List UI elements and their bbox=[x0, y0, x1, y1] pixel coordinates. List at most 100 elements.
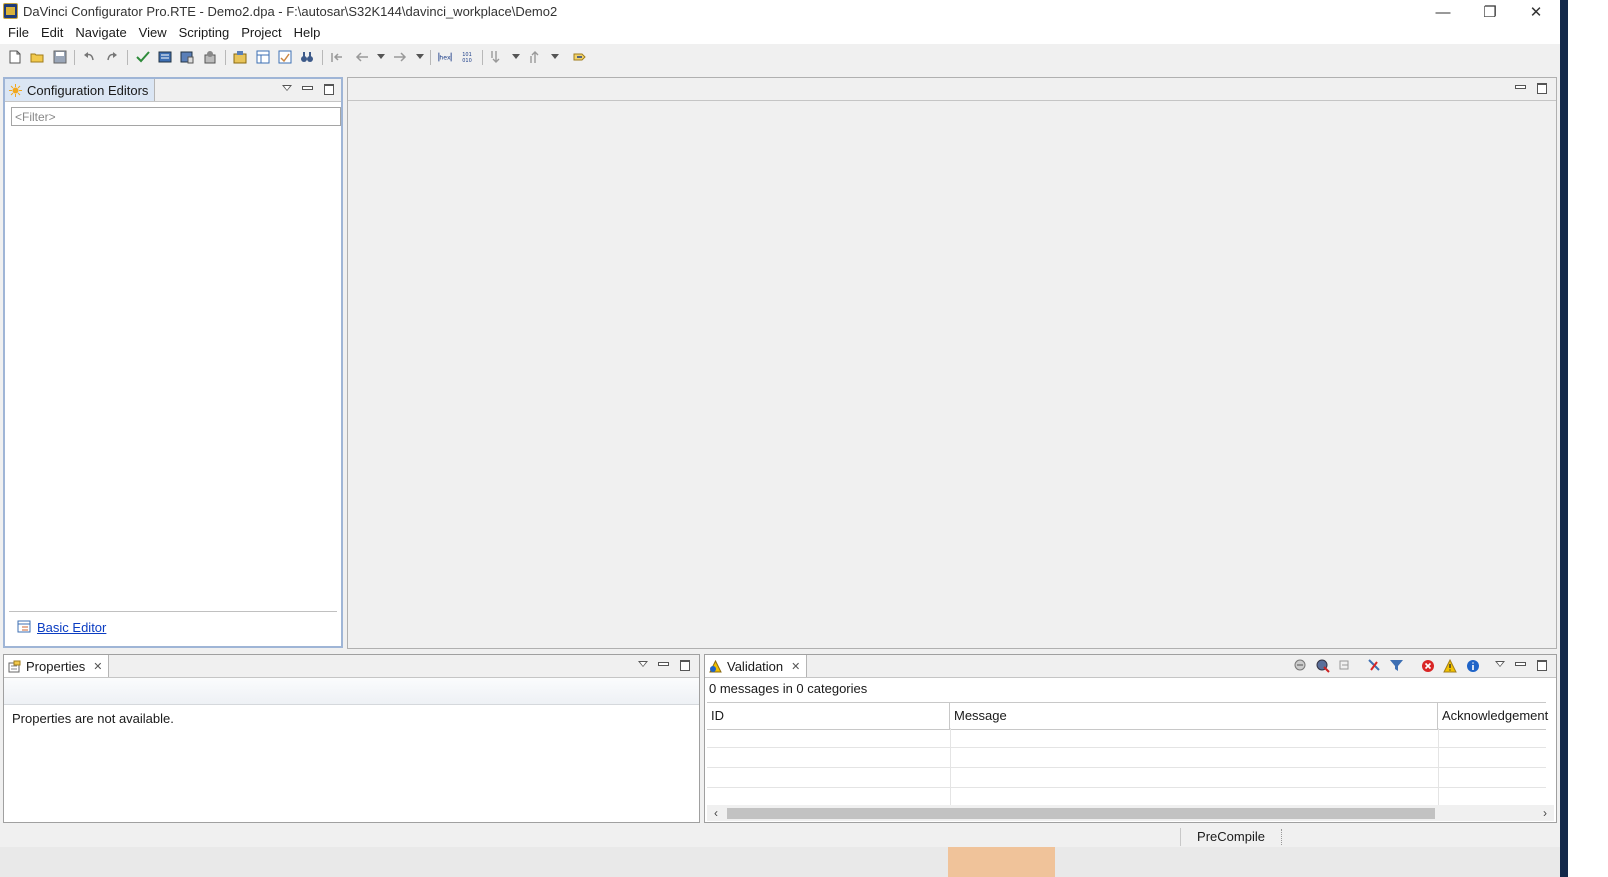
window-edge bbox=[1560, 0, 1568, 877]
search-binoculars-icon[interactable] bbox=[300, 50, 314, 64]
tab-label: Validation bbox=[727, 658, 784, 674]
menu-scripting[interactable]: Scripting bbox=[173, 24, 236, 44]
step-down-dropdown-icon[interactable] bbox=[512, 54, 520, 59]
editor-area bbox=[347, 77, 1557, 649]
column-acknowledgement[interactable]: Acknowledgement bbox=[1438, 703, 1548, 729]
validation-icon bbox=[709, 659, 722, 672]
filter-icon[interactable] bbox=[1389, 658, 1404, 673]
validation-table-header: ID Message Acknowledgement bbox=[707, 702, 1548, 730]
menu-help[interactable]: Help bbox=[288, 24, 327, 44]
basic-editor-link[interactable]: Basic Editor bbox=[37, 620, 106, 635]
tab-label: Properties bbox=[26, 658, 86, 674]
refresh-icon[interactable] bbox=[1337, 658, 1352, 673]
info-filter-icon[interactable] bbox=[1466, 659, 1480, 673]
config-editors-panel: Configuration Editors Basic Editor bbox=[3, 77, 343, 648]
maximize-panel-icon[interactable] bbox=[1536, 659, 1548, 671]
validation-header: Validation ✕ bbox=[705, 655, 1556, 678]
minimize-editor-icon[interactable] bbox=[1514, 82, 1526, 94]
status-separator bbox=[1281, 829, 1283, 845]
taskbar-highlight bbox=[948, 847, 1055, 877]
view-menu-icon[interactable] bbox=[1494, 659, 1506, 671]
save-icon[interactable] bbox=[53, 50, 67, 64]
tab-validation[interactable]: Validation ✕ bbox=[705, 655, 808, 677]
main-toolbar: hex 101 010 bbox=[0, 45, 1600, 69]
next-icon[interactable] bbox=[393, 50, 407, 64]
background-edge bbox=[1568, 0, 1608, 877]
properties-title-strip bbox=[4, 678, 699, 705]
tab-properties[interactable]: Properties ✕ bbox=[4, 655, 110, 677]
generate-icon[interactable] bbox=[158, 50, 172, 64]
status-bar: PreCompile bbox=[0, 825, 1608, 847]
scroll-right-icon[interactable]: › bbox=[1538, 805, 1552, 821]
link-icon[interactable] bbox=[572, 50, 586, 64]
next-dropdown-icon[interactable] bbox=[416, 54, 424, 59]
open-folder-icon[interactable] bbox=[30, 50, 44, 64]
horizontal-scrollbar[interactable]: ‹ › bbox=[707, 805, 1554, 821]
column-message[interactable]: Message bbox=[950, 703, 1438, 729]
scroll-thumb[interactable] bbox=[727, 808, 1435, 819]
sun-icon bbox=[9, 83, 22, 97]
solve-selected-icon[interactable] bbox=[1315, 658, 1330, 673]
status-mode: PreCompile bbox=[1180, 828, 1281, 846]
step-down-icon[interactable] bbox=[489, 50, 503, 64]
table-row[interactable] bbox=[707, 748, 1546, 768]
menu-file[interactable]: File bbox=[0, 24, 35, 44]
project-settings-icon[interactable] bbox=[233, 50, 247, 64]
warning-filter-icon[interactable] bbox=[1443, 659, 1457, 673]
step-up-dropdown-icon[interactable] bbox=[551, 54, 559, 59]
minimize-panel-icon[interactable] bbox=[1514, 659, 1526, 671]
undo-icon[interactable] bbox=[82, 50, 96, 64]
maximize-editor-icon[interactable] bbox=[1536, 82, 1548, 94]
nav-back-icon[interactable] bbox=[330, 50, 344, 64]
minimize-panel-icon[interactable] bbox=[301, 83, 313, 95]
validation-panel: Validation ✕ 0 messages in 0 categories … bbox=[704, 654, 1557, 823]
maximize-panel-icon[interactable] bbox=[323, 83, 335, 95]
menu-project[interactable]: Project bbox=[235, 24, 287, 44]
solve-all-icon[interactable] bbox=[1293, 658, 1308, 673]
menu-edit[interactable]: Edit bbox=[35, 24, 69, 44]
error-filter-icon[interactable] bbox=[1421, 659, 1435, 673]
database-icon[interactable] bbox=[180, 50, 194, 64]
view-menu-icon[interactable] bbox=[281, 83, 293, 95]
scroll-left-icon[interactable]: ‹ bbox=[709, 805, 723, 821]
properties-message: Properties are not available. bbox=[12, 711, 174, 726]
column-id[interactable]: ID bbox=[707, 703, 950, 729]
editor-area-header bbox=[348, 78, 1556, 101]
menu-view[interactable]: View bbox=[133, 24, 173, 44]
menu-bar: File Edit Navigate View Scripting Projec… bbox=[0, 24, 1608, 44]
maximize-panel-icon[interactable] bbox=[679, 659, 691, 671]
minimize-panel-icon[interactable] bbox=[657, 659, 669, 671]
properties-icon bbox=[8, 660, 21, 672]
view-menu-icon[interactable] bbox=[637, 659, 649, 671]
remove-filter-icon[interactable] bbox=[1367, 658, 1382, 673]
editor-link-area: Basic Editor bbox=[9, 611, 337, 646]
redo-icon[interactable] bbox=[105, 50, 119, 64]
prev-dropdown-icon[interactable] bbox=[377, 54, 385, 59]
tab-configuration-editors[interactable]: Configuration Editors bbox=[5, 79, 156, 101]
module-view-icon[interactable] bbox=[256, 50, 270, 64]
input-files-icon[interactable] bbox=[278, 50, 292, 64]
bits-icon[interactable]: 101010 bbox=[460, 50, 474, 64]
restore-button[interactable]: ❐ bbox=[1467, 0, 1513, 24]
minimize-button[interactable]: — bbox=[1420, 0, 1466, 24]
new-file-icon[interactable] bbox=[8, 50, 22, 64]
toolbar-separator bbox=[482, 50, 483, 65]
table-row[interactable] bbox=[707, 768, 1546, 788]
close-window-button[interactable]: ✕ bbox=[1513, 0, 1559, 24]
close-tab-icon[interactable]: ✕ bbox=[93, 660, 102, 673]
column-divider bbox=[950, 728, 951, 808]
close-tab-icon[interactable]: ✕ bbox=[791, 660, 800, 673]
prev-icon[interactable] bbox=[355, 50, 369, 64]
step-up-icon[interactable] bbox=[528, 50, 542, 64]
toolbar-separator bbox=[74, 50, 75, 65]
config-editors-header: Configuration Editors bbox=[5, 79, 341, 102]
validation-summary: 0 messages in 0 categories bbox=[709, 681, 868, 696]
window-title: DaVinci Configurator Pro.RTE - Demo2.dpa… bbox=[23, 4, 558, 19]
menu-navigate[interactable]: Navigate bbox=[69, 24, 132, 44]
hex-icon[interactable]: hex bbox=[438, 50, 452, 64]
validate-icon[interactable] bbox=[136, 50, 150, 64]
toolbar-separator bbox=[225, 50, 226, 65]
filter-input[interactable] bbox=[11, 107, 341, 126]
tools-icon[interactable] bbox=[203, 50, 217, 64]
table-row[interactable] bbox=[707, 728, 1546, 748]
